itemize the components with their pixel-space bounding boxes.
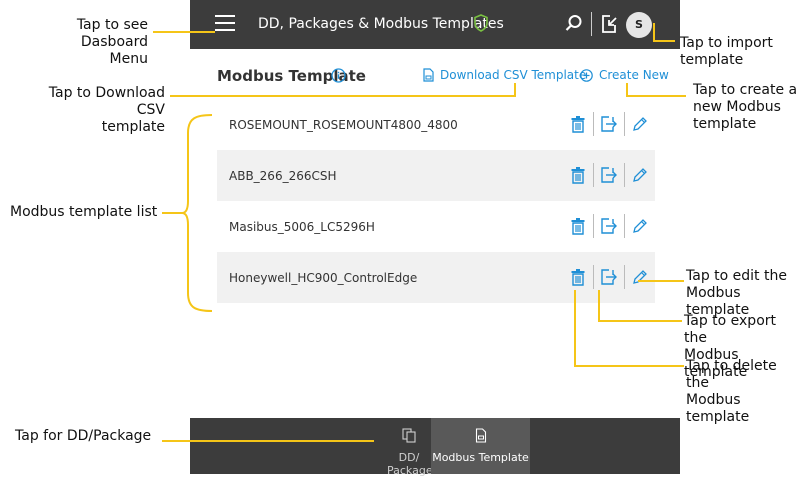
callout-line <box>653 40 675 42</box>
edit-pencil-icon[interactable] <box>629 214 651 238</box>
tab-dd-package-label: DD/ Package <box>387 451 433 477</box>
delete-icon[interactable] <box>567 265 589 289</box>
delete-icon[interactable] <box>567 112 589 136</box>
export-icon[interactable] <box>598 265 620 289</box>
callout-line <box>626 95 686 97</box>
row-actions <box>567 163 651 187</box>
callout-line <box>598 320 682 322</box>
toolbar-divider <box>591 12 592 36</box>
template-name: Honeywell_HC900_ControlEdge <box>229 270 418 285</box>
callout-line <box>574 365 684 367</box>
create-new-label: Create New <box>599 68 669 82</box>
callout-line <box>574 290 576 367</box>
tab-modbus-template-label: Modbus Template <box>432 451 529 464</box>
template-row[interactable]: Honeywell_HC900_ControlEdge <box>217 252 655 303</box>
row-actions <box>567 214 651 238</box>
annotation-edit-template: Tap to edit the Modbus template <box>686 268 787 318</box>
modbus-template-icon <box>475 428 486 446</box>
callout-line <box>162 440 374 442</box>
annotation-download-csv: Tap to Download CSV template <box>48 85 165 135</box>
list-bracket <box>162 114 213 312</box>
download-csv-template-link[interactable]: Download CSV Template <box>423 68 586 82</box>
annotation-dashboard-menu: Tap to see Dasboard Menu <box>76 17 148 67</box>
row-actions <box>567 112 651 136</box>
export-icon[interactable] <box>598 112 620 136</box>
template-row[interactable]: ABB_266_266CSH <box>217 150 655 201</box>
dd-package-icon <box>402 428 416 446</box>
delete-icon[interactable] <box>567 163 589 187</box>
bottom-nav: DD/ Package Modbus Template <box>190 418 680 477</box>
annotation-import-template: Tap to import template <box>680 35 773 68</box>
template-name: ROSEMOUNT_ROSEMOUNT4800_4800 <box>229 117 458 132</box>
template-row[interactable]: ROSEMOUNT_ROSEMOUNT4800_4800 <box>217 99 655 150</box>
callout-line <box>598 290 600 322</box>
row-actions <box>567 265 651 289</box>
import-icon[interactable] <box>600 14 618 39</box>
screenshot: DD, Packages & Modbus Templates S Modbus… <box>0 0 803 477</box>
edit-pencil-icon[interactable] <box>629 265 651 289</box>
callout-line <box>170 95 515 97</box>
tab-modbus-template[interactable]: Modbus Template <box>431 418 530 474</box>
template-row[interactable]: Masibus_5006_LC5296H <box>217 201 655 252</box>
hamburger-menu-icon[interactable] <box>215 15 235 33</box>
create-new-link[interactable]: Create New <box>580 68 669 82</box>
export-icon[interactable] <box>598 214 620 238</box>
template-name: Masibus_5006_LC5296H <box>229 219 375 234</box>
edit-pencil-icon[interactable] <box>629 163 651 187</box>
info-icon[interactable] <box>331 68 346 88</box>
search-icon[interactable] <box>565 14 583 37</box>
template-name: ABB_266_266CSH <box>229 168 337 183</box>
csv-file-icon <box>423 68 434 82</box>
callout-line <box>153 31 215 33</box>
annotation-delete-template: Tap to delete the Modbus template <box>686 358 777 425</box>
edit-pencil-icon[interactable] <box>629 112 651 136</box>
callout-line <box>514 83 516 97</box>
tab-dd-package[interactable]: DD/ Package <box>387 418 433 477</box>
user-avatar[interactable]: S <box>626 12 652 38</box>
annotation-dd-package: Tap for DD/Package <box>15 428 152 444</box>
app-title: DD, Packages & Modbus Templates <box>258 16 504 32</box>
annotation-template-list: Modbus template list <box>10 204 158 220</box>
app-bar: DD, Packages & Modbus Templates S <box>190 0 680 49</box>
annotation-create-new: Tap to create a new Modbus template <box>693 82 798 132</box>
callout-line <box>638 280 684 282</box>
download-csv-label: Download CSV Template <box>440 68 587 82</box>
add-circle-icon <box>580 68 593 82</box>
shield-icon <box>474 14 488 37</box>
export-icon[interactable] <box>598 163 620 187</box>
delete-icon[interactable] <box>567 214 589 238</box>
